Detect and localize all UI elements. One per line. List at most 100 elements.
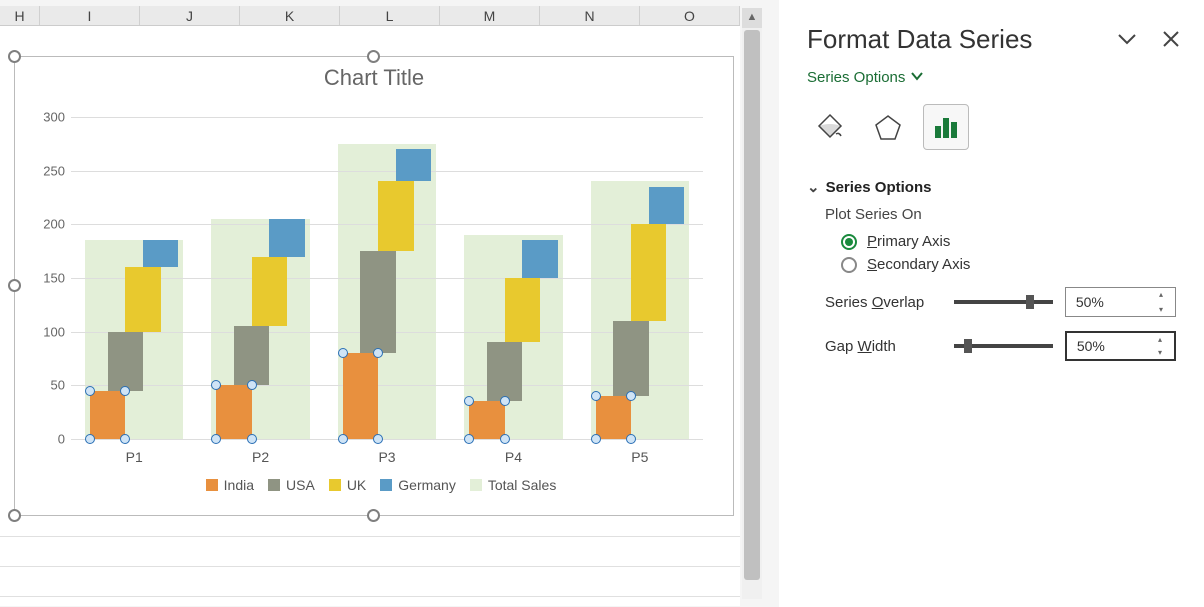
datapoint-handle[interactable] bbox=[211, 434, 221, 444]
legend-swatch bbox=[470, 479, 482, 491]
datapoint-handle[interactable] bbox=[338, 434, 348, 444]
vertical-scrollbar[interactable]: ▲ bbox=[742, 8, 762, 599]
primary-axis-radio[interactable]: Primary Axis bbox=[841, 233, 1176, 250]
column-header[interactable]: H bbox=[0, 6, 40, 25]
format-pane: Format Data Series Series Options Series… bbox=[779, 0, 1204, 607]
datapoint-handle[interactable] bbox=[85, 434, 95, 444]
datapoint-handle[interactable] bbox=[373, 434, 383, 444]
bar-uk[interactable] bbox=[631, 224, 666, 321]
bar-india[interactable] bbox=[343, 353, 378, 439]
datapoint-handle[interactable] bbox=[85, 386, 95, 396]
chevron-down-icon[interactable] bbox=[1116, 28, 1138, 50]
series-options-dropdown[interactable]: Series Options bbox=[807, 69, 1176, 86]
datapoint-handle[interactable] bbox=[500, 434, 510, 444]
datapoint-handle[interactable] bbox=[626, 434, 636, 444]
bar-usa[interactable] bbox=[613, 321, 648, 396]
bar-germany[interactable] bbox=[269, 219, 304, 257]
x-tick-label: P3 bbox=[324, 449, 450, 465]
x-tick-label: P5 bbox=[577, 449, 703, 465]
y-tick-label: 200 bbox=[29, 217, 65, 232]
column-headers: HIJKLMNO bbox=[0, 6, 740, 26]
resize-handle[interactable] bbox=[8, 279, 21, 292]
series-overlap-slider[interactable] bbox=[954, 300, 1053, 304]
series-overlap-value: 50% bbox=[1076, 294, 1104, 310]
column-header[interactable]: M bbox=[440, 6, 540, 25]
datapoint-handle[interactable] bbox=[338, 348, 348, 358]
datapoint-handle[interactable] bbox=[591, 434, 601, 444]
column-header[interactable]: J bbox=[140, 6, 240, 25]
y-tick-label: 50 bbox=[29, 378, 65, 393]
column-header[interactable]: I bbox=[40, 6, 140, 25]
y-tick-label: 250 bbox=[29, 163, 65, 178]
x-tick-label: P2 bbox=[197, 449, 323, 465]
datapoint-handle[interactable] bbox=[626, 391, 636, 401]
bar-usa[interactable] bbox=[108, 332, 143, 391]
series-overlap-label: Series Overlap bbox=[825, 294, 954, 311]
gap-width-input[interactable]: 50% ▴▾ bbox=[1065, 331, 1176, 361]
legend-label[interactable]: Germany bbox=[398, 477, 456, 493]
bar-usa[interactable] bbox=[487, 342, 522, 401]
x-tick-label: P4 bbox=[450, 449, 576, 465]
resize-handle[interactable] bbox=[8, 50, 21, 63]
fill-line-icon[interactable] bbox=[807, 104, 853, 150]
bar-germany[interactable] bbox=[143, 240, 178, 267]
bar-uk[interactable] bbox=[125, 267, 160, 331]
radio-icon bbox=[841, 234, 857, 250]
column-header[interactable]: N bbox=[540, 6, 640, 25]
column-header[interactable]: O bbox=[640, 6, 740, 25]
legend-label[interactable]: USA bbox=[286, 477, 315, 493]
spinner-icon[interactable]: ▴▾ bbox=[1158, 335, 1170, 357]
gap-width-slider[interactable] bbox=[954, 344, 1053, 348]
series-options-label: Series Options bbox=[807, 69, 905, 86]
bar-india[interactable] bbox=[90, 391, 125, 439]
column-header[interactable]: L bbox=[340, 6, 440, 25]
bar-india[interactable] bbox=[469, 401, 504, 439]
y-tick-label: 100 bbox=[29, 324, 65, 339]
column-header[interactable]: K bbox=[240, 6, 340, 25]
scroll-up-button[interactable]: ▲ bbox=[742, 8, 762, 28]
x-tick-label: P1 bbox=[71, 449, 197, 465]
bar-usa[interactable] bbox=[234, 326, 269, 385]
legend-label[interactable]: India bbox=[224, 477, 254, 493]
bar-usa[interactable] bbox=[360, 251, 395, 353]
gap-width-value: 50% bbox=[1077, 338, 1105, 354]
chart-legend[interactable]: India USA UK Germany Total Sales bbox=[15, 477, 733, 493]
legend-label[interactable]: UK bbox=[347, 477, 366, 493]
scroll-thumb[interactable] bbox=[744, 30, 760, 580]
y-tick-label: 150 bbox=[29, 271, 65, 286]
resize-handle[interactable] bbox=[367, 50, 380, 63]
datapoint-handle[interactable] bbox=[247, 434, 257, 444]
bar-germany[interactable] bbox=[522, 240, 557, 278]
datapoint-handle[interactable] bbox=[120, 434, 130, 444]
legend-swatch bbox=[206, 479, 218, 491]
chart-object[interactable]: Chart Title P1P2P3P4P5 05010015020025030… bbox=[14, 56, 734, 516]
chevron-down-icon bbox=[910, 69, 924, 86]
bar-germany[interactable] bbox=[396, 149, 431, 181]
bar-germany[interactable] bbox=[649, 187, 684, 225]
y-tick-label: 300 bbox=[29, 110, 65, 125]
datapoint-handle[interactable] bbox=[591, 391, 601, 401]
radio-icon bbox=[841, 257, 857, 273]
effects-icon[interactable] bbox=[865, 104, 911, 150]
legend-label[interactable]: Total Sales bbox=[488, 477, 556, 493]
resize-handle[interactable] bbox=[8, 509, 21, 522]
bar-uk[interactable] bbox=[505, 278, 540, 342]
series-options-icon[interactable] bbox=[923, 104, 969, 150]
legend-swatch bbox=[268, 479, 280, 491]
legend-swatch bbox=[329, 479, 341, 491]
datapoint-handle[interactable] bbox=[464, 434, 474, 444]
datapoint-handle[interactable] bbox=[500, 396, 510, 406]
bar-india[interactable] bbox=[596, 396, 631, 439]
series-overlap-input[interactable]: 50% ▴▾ bbox=[1065, 287, 1176, 317]
plot-series-on-label: Plot Series On bbox=[825, 206, 1176, 223]
gap-width-label: Gap Width bbox=[825, 338, 954, 355]
spinner-icon[interactable]: ▴▾ bbox=[1159, 290, 1171, 314]
bar-uk[interactable] bbox=[378, 181, 413, 251]
series-options-header[interactable]: Series Options bbox=[807, 178, 1176, 196]
plot-area[interactable]: P1P2P3P4P5 050100150200250300 bbox=[71, 117, 703, 439]
resize-handle[interactable] bbox=[367, 509, 380, 522]
secondary-axis-radio[interactable]: Secondary Axis bbox=[841, 256, 1176, 273]
close-icon[interactable] bbox=[1160, 28, 1182, 50]
bar-india[interactable] bbox=[216, 385, 251, 439]
bar-uk[interactable] bbox=[252, 257, 287, 327]
